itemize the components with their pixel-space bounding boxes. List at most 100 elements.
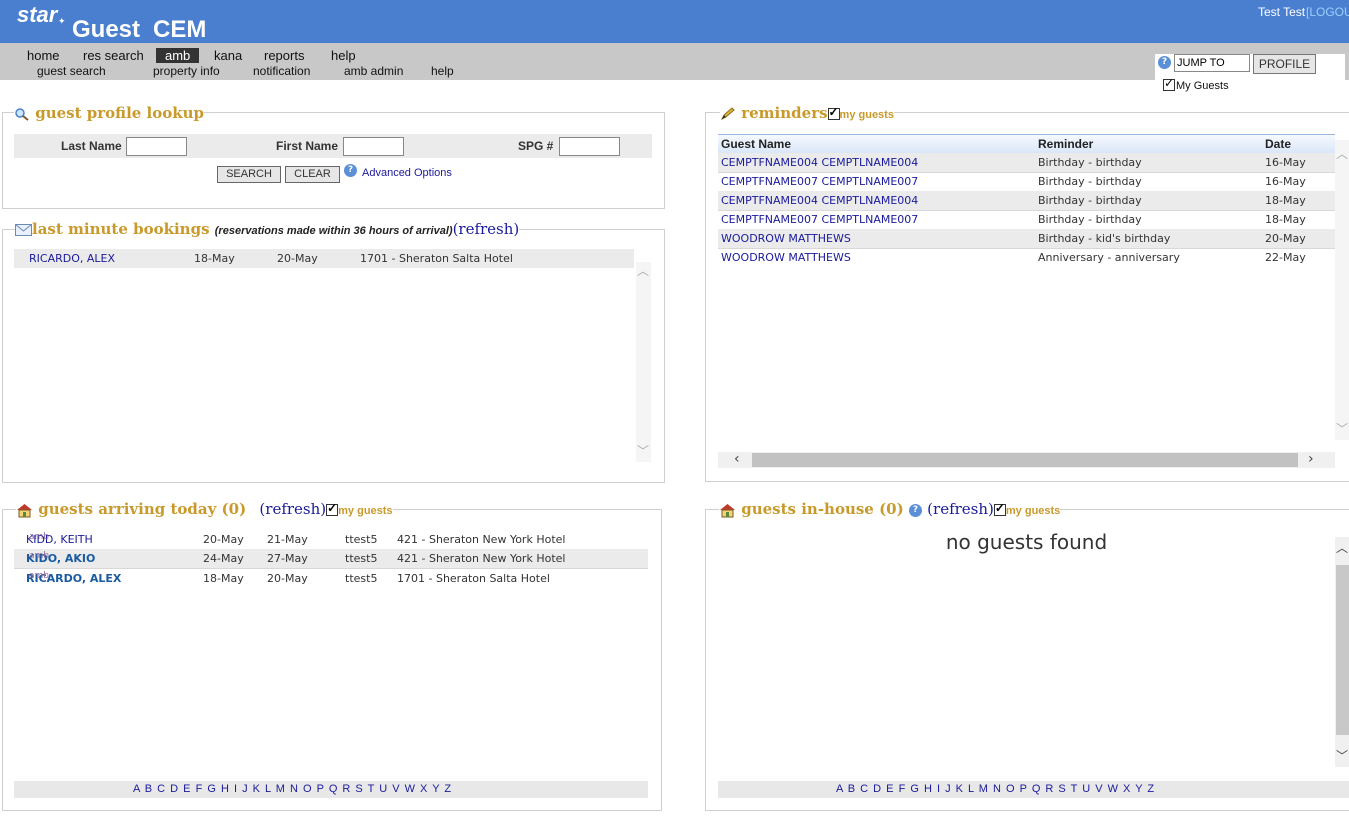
vertical-scrollbar[interactable]: ︿ ﹀ [1335,537,1349,767]
refresh-link[interactable]: (refresh) [927,500,994,518]
first-name-label: First Name [276,139,339,153]
table-row[interactable]: WOODROW MATTHEWS Anniversary - anniversa… [718,248,1335,267]
reminder-date: 16-May [1265,156,1306,169]
subnav-notification[interactable]: notification [253,64,310,78]
scroll-right-icon[interactable]: › [1308,451,1314,467]
advanced-options-link[interactable]: Advanced Options [362,167,452,179]
vertical-scrollbar[interactable]: ︿ ﹀ [636,262,651,462]
horizontal-scrollbar[interactable]: ‹ › [718,451,1335,468]
subnav-property-info[interactable]: property info [153,64,220,78]
pencil-icon [720,107,735,121]
nav-home[interactable]: home [27,48,60,63]
logout-link[interactable]: [LOGOUT [1306,5,1349,19]
column-header[interactable]: Guest Name [721,137,791,151]
table-row[interactable]: KIDD, KEITH amb 20-May 21-May ttest5 421 … [14,530,648,550]
last-name-input[interactable] [126,137,187,156]
scroll-up-icon[interactable]: ︿ [1336,145,1348,162]
jump-to-input[interactable] [1174,54,1250,72]
reminder-date: 22-May [1265,251,1306,264]
scrollbar-thumb[interactable] [1336,565,1349,735]
guest-name-link[interactable]: WOODROW MATTHEWS [721,248,851,267]
help-icon[interactable]: ? [344,164,357,177]
nav-reports[interactable]: reports [264,48,304,63]
guest-name-link[interactable]: CEMPTFNAME004 CEMPTLNAME004 [721,191,918,210]
my-guests-checkbox[interactable] [326,501,339,516]
scroll-left-icon[interactable]: ‹ [734,451,740,467]
scroll-down-icon[interactable]: ﹀ [1336,747,1348,764]
arrival-date: 18-May [203,572,244,585]
table-row[interactable]: CEMPTFNAME007 CEMPTLNAME007 Birthday - b… [718,172,1335,192]
hotel-name: 421 - Sheraton New York Hotel [397,552,566,565]
departure-date: 21-May [267,533,308,546]
nav-amb[interactable]: amb [156,48,200,63]
scrollbar-thumb[interactable] [752,453,1298,467]
alphabet-filter[interactable]: A B C D E F G H I J K L M N O P Q R S T … [718,781,1349,798]
help-icon[interactable]: ? [1158,56,1171,69]
alphabet-letters[interactable]: A B C D E F G H I J K L M N O P Q R S T … [133,781,452,798]
subnav-amb-admin[interactable]: amb admin [344,64,403,78]
amb-tag: amb [29,571,49,581]
user-id: ttest5 [345,552,378,565]
reminders-title: reminders my guests [720,104,894,122]
table-row[interactable]: CEMPTFNAME004 CEMPTLNAME004 Birthday - b… [718,191,1335,211]
alphabet-filter[interactable]: A B C D E F G H I J K L M N O P Q R S T … [14,781,648,798]
refresh-link[interactable]: (refresh) [453,220,520,238]
logo-star-text: star [17,2,58,27]
logo-guest-text: Guest [72,16,141,43]
guest-name-link[interactable]: CEMPTFNAME004 CEMPTLNAME004 [721,153,918,172]
user-id: ttest5 [345,572,378,585]
table-row[interactable]: KIDO, AKIO amb 24-May 27-May ttest5 421 -… [14,549,648,569]
amb-tag: amb [29,551,49,561]
refresh-link[interactable]: (refresh) [259,500,326,518]
my-guests-checkbox[interactable] [993,501,1006,516]
guest-name-link[interactable]: CEMPTFNAME007 CEMPTLNAME007 [721,210,918,229]
nav-res-search[interactable]: res search [83,48,144,63]
reminder-text: Birthday - birthday [1038,175,1142,188]
reminder-date: 18-May [1265,213,1306,226]
nav-help[interactable]: help [331,48,356,63]
spg-input[interactable] [559,137,620,156]
table-row[interactable]: WOODROW MATTHEWS Birthday - kid's birthd… [718,229,1335,249]
scroll-down-icon[interactable]: ﹀ [637,442,649,459]
departure-date: 20-May [267,572,308,585]
subnav-help[interactable]: help [431,64,454,78]
reminders-header-row: Guest Name Reminder Date [718,134,1335,155]
table-row[interactable]: RICARDO, ALEX amb 18-May 20-May ttest5 17… [14,569,648,588]
my-guests-label: my guests [338,505,393,517]
help-icon[interactable]: ? [908,503,922,517]
column-header[interactable]: Reminder [1038,137,1093,151]
profile-button[interactable]: PROFILE [1253,54,1316,74]
scroll-up-icon[interactable]: ︿ [637,262,649,279]
column-header[interactable]: Date [1265,137,1291,151]
search-button[interactable]: SEARCH [217,166,281,183]
guest-name-link[interactable]: RICARDO, ALEX [29,249,115,268]
guest-name-link[interactable]: CEMPTFNAME007 CEMPTLNAME007 [721,172,918,191]
reminder-date: 20-May [1265,232,1306,245]
reminder-text: Birthday - birthday [1038,213,1142,226]
table-row[interactable]: CEMPTFNAME004 CEMPTLNAME004 Birthday - b… [718,153,1335,173]
magnifier-icon [15,108,29,121]
house-icon [720,503,735,517]
guest-name-link[interactable]: WOODROW MATTHEWS [721,229,851,248]
last-minute-title: last minute bookings (reservations made … [15,220,520,238]
table-row[interactable]: CEMPTFNAME007 CEMPTLNAME007 Birthday - b… [718,210,1335,230]
last-minute-subtitle: (reservations made within 36 hours of ar… [214,225,453,237]
scroll-down-icon[interactable]: ﹀ [1336,420,1348,437]
reminder-date: 18-May [1265,194,1306,207]
clear-button[interactable]: CLEAR [285,166,340,183]
guests-arriving-title: guests arriving today (0) (refresh) my gu… [16,500,393,518]
table-row[interactable]: RICARDO, ALEX 18-May 20-May 1701 - Shera… [14,249,634,268]
my-guests-checkbox[interactable] [1163,76,1175,91]
my-guests-label: my guests [839,109,894,121]
nav-kana[interactable]: kana [214,48,242,63]
scroll-up-icon[interactable]: ︿ [1336,539,1348,556]
house-icon [17,503,32,517]
first-name-input[interactable] [343,137,404,156]
user-id: ttest5 [345,533,378,546]
hotel-name: 421 - Sheraton New York Hotel [397,533,566,546]
alphabet-letters[interactable]: A B C D E F G H I J K L M N O P Q R S T … [836,781,1155,798]
my-guests-checkbox[interactable] [827,105,840,120]
arrival-date: 18-May [194,252,235,265]
vertical-scrollbar[interactable]: ︿ ﹀ [1335,140,1349,440]
subnav-guest-search[interactable]: guest search [37,64,106,78]
